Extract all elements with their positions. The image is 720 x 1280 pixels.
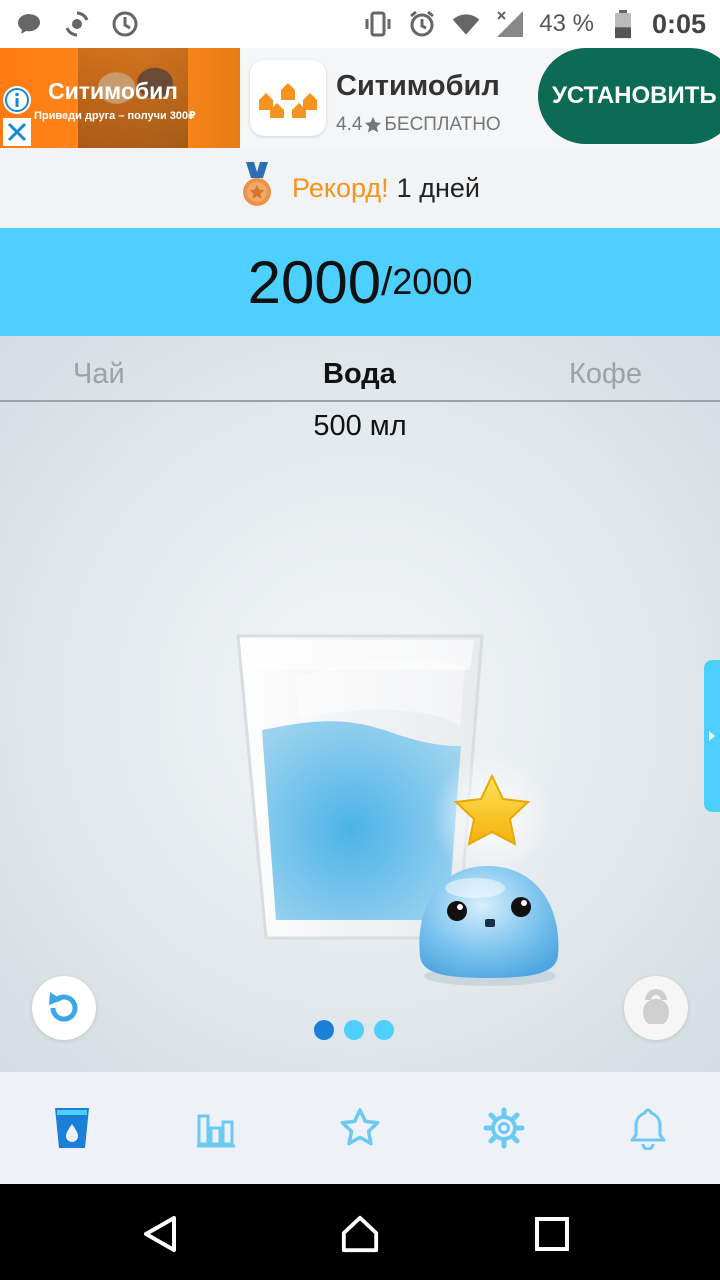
vibrate-icon [363, 9, 393, 39]
side-drawer-handle[interactable] [704, 660, 720, 812]
sync-icon [62, 9, 92, 39]
water-glass[interactable] [230, 626, 570, 1001]
nav-stats[interactable] [176, 1088, 256, 1168]
recents-icon[interactable] [532, 1214, 572, 1254]
clock-icon [110, 9, 140, 39]
page-dot[interactable] [374, 1020, 394, 1040]
tab-water[interactable]: Вода [323, 358, 396, 391]
kettlebell-icon [643, 989, 669, 1024]
ad-app-meta: 4.4 БЕСПЛАТНО [336, 114, 501, 136]
record-value: 1 дней [396, 172, 480, 203]
message-icon [14, 9, 44, 39]
status-bar: 43 % 0:05 [0, 0, 720, 48]
volume-label: 500 мл [313, 410, 407, 442]
signal-icon [495, 9, 525, 39]
glass-icon [55, 1108, 89, 1148]
ad-price: БЕСПЛАТНО [384, 114, 501, 135]
progress-current: 2000 [247, 248, 382, 316]
stats-icon [197, 1114, 235, 1148]
bell-icon [630, 1108, 666, 1150]
back-icon[interactable] [140, 1214, 180, 1254]
progress-slash: / [381, 259, 393, 304]
drink-tabs: Чай Вода Кофе [0, 336, 720, 402]
drink-area: Чай Вода Кофе 500 мл [0, 336, 720, 1072]
weight-button[interactable] [624, 976, 688, 1040]
undo-icon [49, 992, 78, 1022]
nav-settings[interactable] [464, 1088, 544, 1168]
clock-time: 0:05 [651, 8, 706, 39]
bottom-nav [0, 1072, 720, 1184]
intake-progress: 2000/2000 [0, 228, 720, 336]
page-dot[interactable] [344, 1020, 364, 1040]
page-dot[interactable] [314, 1020, 334, 1040]
tab-tea[interactable]: Чай [73, 358, 125, 391]
battery-percent: 43 % [539, 10, 594, 37]
install-button[interactable]: УСТАНОВИТЬ [538, 48, 720, 144]
ad-image[interactable]: Ситимобил Приведи друга – получи 300₽ [0, 48, 240, 148]
tab-coffee[interactable]: Кофе [569, 358, 642, 391]
page-indicator [314, 1020, 394, 1040]
ad-banner[interactable]: Ситимобил Приведи друга – получи 300₽ Си… [0, 48, 720, 148]
star-icon [340, 1108, 380, 1146]
ad-image-subtitle: Приведи друга – получи 300₽ [34, 110, 196, 122]
nav-drink[interactable] [32, 1088, 112, 1168]
record-label: Рекорд! [292, 172, 389, 203]
system-nav-bar [0, 1184, 720, 1280]
ad-image-title: Ситимобил [48, 78, 178, 104]
wifi-icon [451, 9, 481, 39]
close-icon[interactable] [3, 118, 31, 146]
gear-icon [483, 1107, 525, 1149]
alarm-icon [407, 9, 437, 39]
nav-reminders[interactable] [608, 1088, 688, 1168]
undo-button[interactable] [32, 976, 96, 1040]
rating-star-icon [365, 116, 382, 133]
app-logo-icon[interactable] [250, 60, 326, 136]
ad-rating: 4.4 [336, 114, 363, 135]
progress-goal: 2000 [392, 261, 473, 302]
battery-icon [608, 9, 638, 39]
record-row: Рекорд! 1 дней [0, 148, 720, 228]
ad-app-name: Ситимобил [336, 70, 500, 102]
info-icon[interactable] [3, 86, 31, 114]
nav-achievements[interactable] [320, 1088, 400, 1168]
medal-icon [240, 161, 274, 215]
home-icon[interactable] [340, 1214, 380, 1254]
